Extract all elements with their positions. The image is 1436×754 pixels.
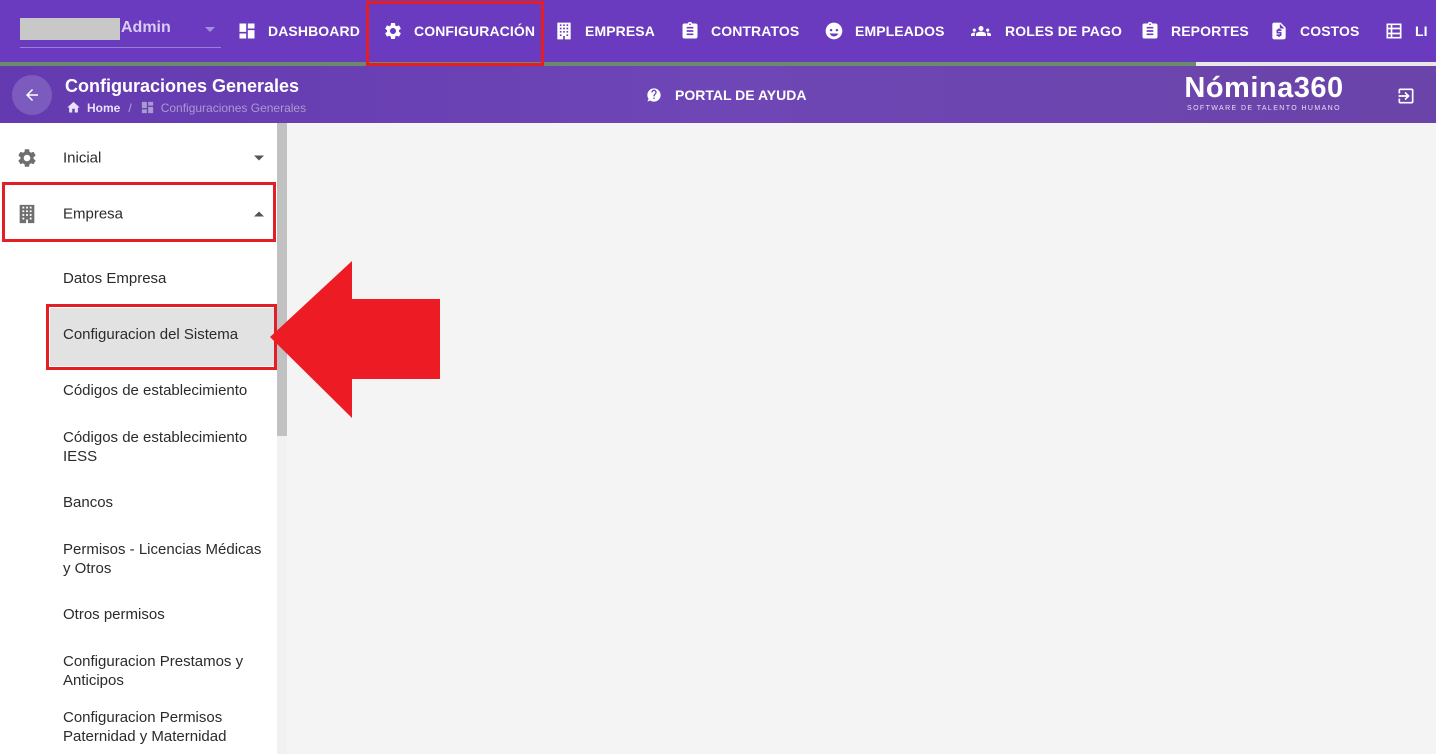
top-navbar: Admin DASHBOARD CONFIGURACIÓN EMPRESA CO… [0,0,1436,66]
sidebar-item-bancos[interactable]: Bancos [63,493,273,512]
sidebar-scrollbar[interactable] [277,123,287,754]
nav-contratos[interactable]: CONTRATOS [680,0,799,62]
brand-tagline: SOFTWARE DE TALENTO HUMANO [1187,105,1341,112]
sidebar-item-prestamos-anticipos[interactable]: Configuracion Prestamos y Anticipos [63,652,273,690]
breadcrumb-separator: / [128,100,132,115]
arrow-left-icon [26,89,38,101]
sidebar-item-otros-permisos[interactable]: Otros permisos [63,605,273,624]
nav-contratos-label: CONTRATOS [711,23,800,39]
page-title: Configuraciones Generales [65,76,300,96]
clipboard-icon [682,21,698,39]
breadcrumb-home[interactable]: Home [87,101,120,115]
help-portal-link[interactable]: PORTAL DE AYUDA [646,87,806,103]
empresa-highlight-box [2,182,276,242]
nav-empresa-label: EMPRESA [585,23,655,39]
configuracion-sistema-highlight-box [46,304,277,370]
sidebar-section-inicial[interactable]: Inicial [0,130,276,186]
help-portal-label: PORTAL DE AYUDA [675,87,807,103]
nav-roles-de-pago[interactable]: ROLES DE PAGO [968,0,1122,62]
brand-logo: Nómina360 SOFTWARE DE TALENTO HUMANO [1172,72,1356,113]
back-button[interactable] [12,75,52,115]
face-icon [825,22,843,40]
dashboard-icon [239,23,255,39]
nav-empresa[interactable]: EMPRESA [554,0,655,62]
gear-icon [16,147,38,169]
nav-reportes-label: REPORTES [1171,23,1249,39]
nav-dashboard[interactable]: DASHBOARD [237,0,360,62]
dashboard-icon [141,101,153,114]
breadcrumb: Home / Configuraciones Generales [66,100,306,115]
people-icon [971,26,991,36]
nav-costos[interactable]: COSTOS [1269,0,1359,62]
nav-empleados[interactable]: EMPLEADOS [824,0,945,62]
sidebar-item-permisos-paternidad[interactable]: Configuracion Permisos Paternidad y Mate… [63,708,273,746]
sidebar-item-datos-empresa[interactable]: Datos Empresa [63,269,273,288]
help-bubble-icon [647,88,661,102]
chevron-down-icon [254,155,264,161]
home-icon [67,101,80,113]
nav-li[interactable]: LI [1384,0,1428,62]
user-selector[interactable]: Admin [20,18,221,48]
redacted-username [20,18,120,40]
logout-icon [1398,88,1414,104]
sidebar-item-permisos-licencias[interactable]: Permisos - Licencias Médicas y Otros [63,540,273,578]
nav-empleados-label: EMPLEADOS [855,23,945,39]
sidebar-item-codigos-iess[interactable]: Códigos de establecimiento IESS [63,428,273,466]
sidebar-item-codigos-establecimiento[interactable]: Códigos de establecimiento [63,381,273,400]
chevron-down-icon [205,27,215,32]
nav-li-label: LI [1415,23,1428,39]
brand-logo-text: Nómina360 [1184,72,1344,104]
list-icon [1386,23,1402,39]
nav-dashboard-label: DASHBOARD [268,23,360,39]
dollar-document-icon [1272,22,1286,40]
clipboard-list-icon [1142,21,1158,39]
nav-roles-label: ROLES DE PAGO [1005,23,1122,39]
building-icon [557,22,571,40]
logout-button[interactable] [1396,86,1416,106]
configuracion-highlight-box [366,1,544,66]
red-arrow-annotation [270,261,440,418]
nav-costos-label: COSTOS [1300,23,1360,39]
sidebar-section-label: Inicial [63,149,102,167]
page-header: Configuraciones Generales Home / Configu… [0,66,1436,123]
nav-reportes[interactable]: REPORTES [1140,0,1249,62]
user-name: Admin [121,19,171,36]
breadcrumb-current: Configuraciones Generales [160,100,307,115]
